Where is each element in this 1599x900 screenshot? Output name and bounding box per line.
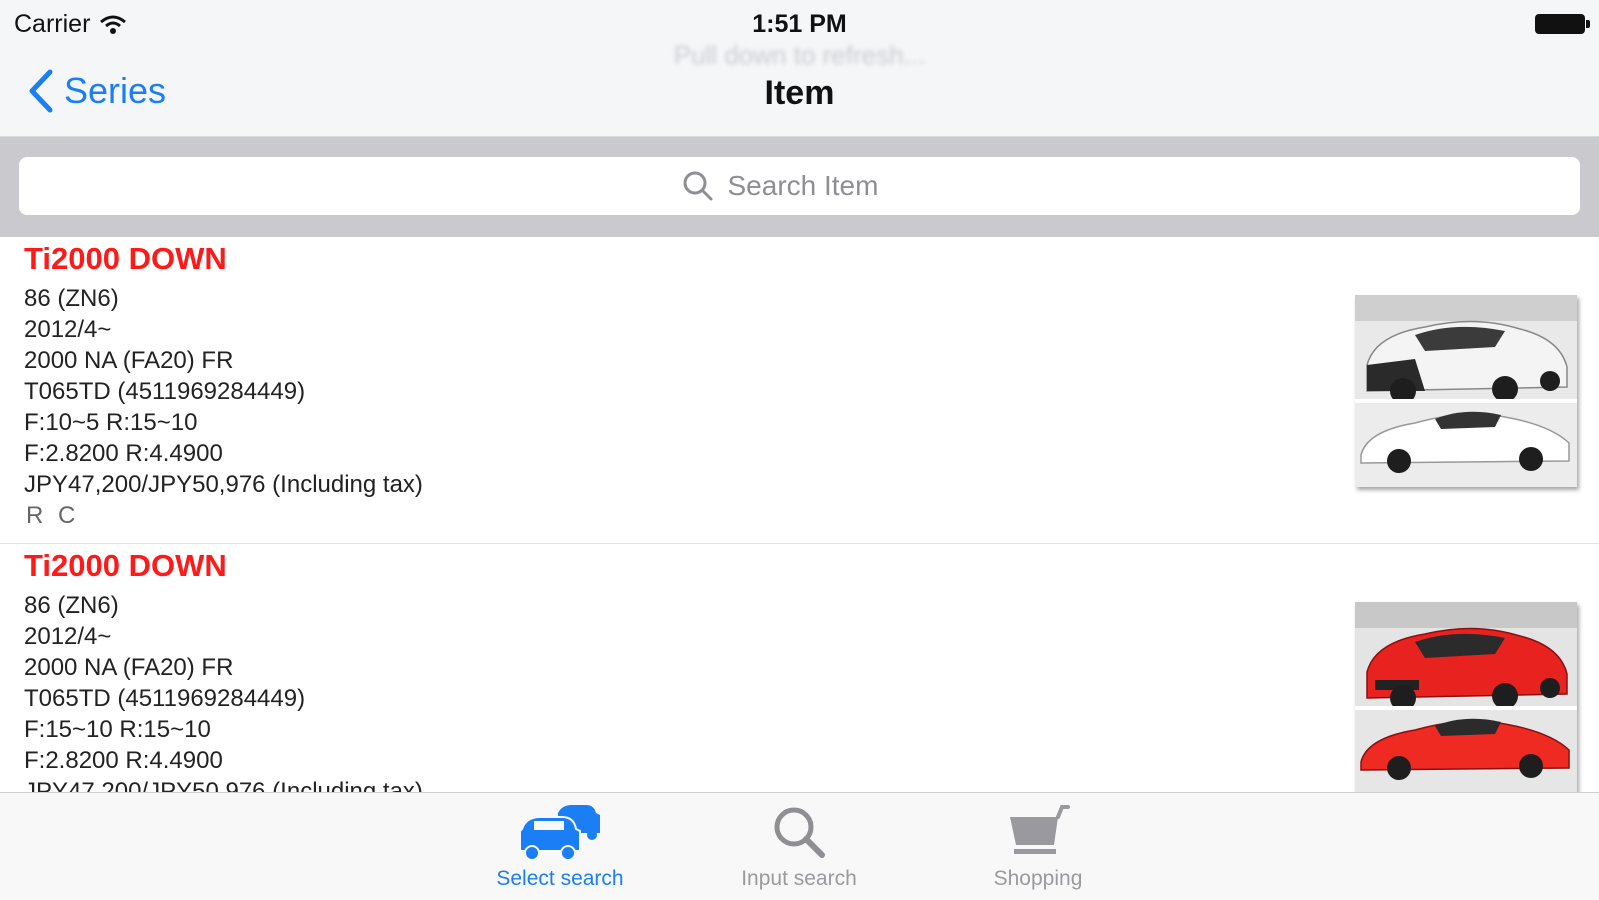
red-car-photo <box>1355 602 1577 792</box>
list-item[interactable]: Ti2000 DOWN 86 (ZN6) 2012/4~ 2000 NA (FA… <box>0 237 1599 544</box>
item-thumbnail <box>1355 602 1577 792</box>
item-details: 86 (ZN6) 2012/4~ 2000 NA (FA20) FR T065T… <box>24 590 423 792</box>
cart-icon <box>1010 805 1070 854</box>
item-period: 2012/4~ <box>24 623 112 650</box>
item-title: Ti2000 DOWN <box>24 241 227 276</box>
item-model: 86 (ZN6) <box>24 285 119 312</box>
item-spring-rate: F:2.8200 R:4.4900 <box>24 440 223 467</box>
item-price: JPY47,200/JPY50,976 (Including tax) <box>24 778 423 792</box>
search-icon <box>683 171 712 201</box>
list-item[interactable]: Ti2000 DOWN 86 (ZN6) 2012/4~ 2000 NA (FA… <box>0 544 1599 792</box>
item-engine: 2000 NA (FA20) FR <box>24 347 234 374</box>
item-model: 86 (ZN6) <box>24 592 119 619</box>
tab-label: Select search <box>496 867 624 890</box>
search-field[interactable] <box>19 157 1580 215</box>
item-engine: 2000 NA (FA20) FR <box>24 654 234 681</box>
item-drop: F:15~10 R:15~10 <box>24 716 211 743</box>
white-car-photo <box>1355 295 1577 487</box>
item-period: 2012/4~ <box>24 316 112 343</box>
tab-shopping[interactable]: Shopping <box>938 793 1138 900</box>
item-list: Ti2000 DOWN 86 (ZN6) 2012/4~ 2000 NA (FA… <box>0 237 1599 792</box>
battery-icon <box>1535 14 1590 34</box>
search-input[interactable] <box>727 170 918 202</box>
tab-select-search[interactable]: Select search <box>460 793 660 900</box>
item-part-number: T065TD (4511969284449) <box>24 685 306 712</box>
magnifier-icon <box>774 807 825 858</box>
navigation-bar: Series Item <box>0 60 1599 124</box>
tab-input-search[interactable]: Input search <box>699 793 899 900</box>
item-spring-rate: F:2.8200 R:4.4900 <box>24 747 223 774</box>
item-tags: R C <box>26 502 80 529</box>
item-thumbnail <box>1355 295 1577 487</box>
tab-label: Input search <box>741 867 857 890</box>
tab-bar: Select search Input search Shopping <box>0 792 1599 900</box>
search-bar <box>0 137 1599 237</box>
status-time: 1:51 PM <box>752 10 847 38</box>
item-details: 86 (ZN6) 2012/4~ 2000 NA (FA20) FR T065T… <box>24 283 423 531</box>
tab-label: Shopping <box>993 867 1083 890</box>
item-part-number: T065TD (4511969284449) <box>24 378 306 405</box>
page-title: Item <box>764 74 835 112</box>
item-drop: F:10~5 R:15~10 <box>24 409 198 436</box>
cars-icon <box>519 805 600 861</box>
item-price: JPY47,200/JPY50,976 (Including tax) <box>24 471 423 498</box>
item-title: Ti2000 DOWN <box>24 548 227 583</box>
top-bar: Carrier 1:51 PM Pull down to refresh... … <box>0 0 1599 137</box>
